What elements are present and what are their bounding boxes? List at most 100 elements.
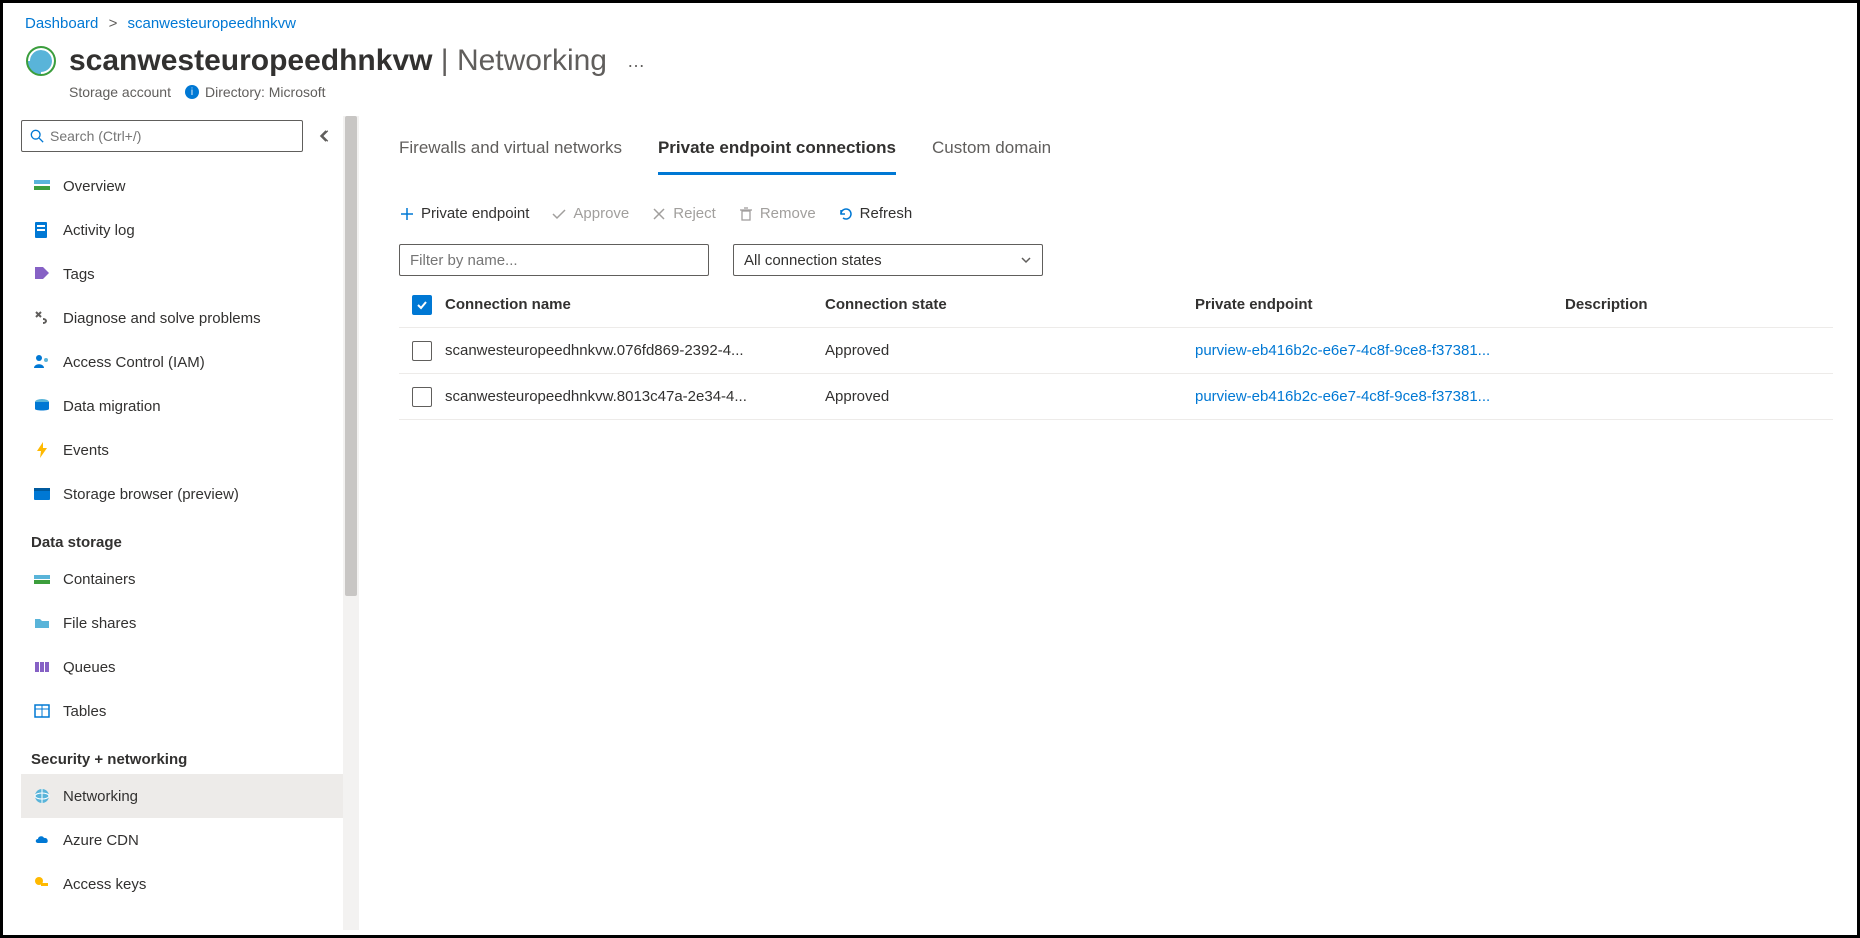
sidebar-item-diagnose[interactable]: Diagnose and solve problems [21,296,343,340]
check-icon [551,206,567,222]
sidebar-item-label: Activity log [63,222,135,239]
cell-connection-state: Approved [825,342,1195,359]
refresh-icon [838,206,854,222]
col-header-desc[interactable]: Description [1565,296,1833,313]
containers-icon [31,568,53,590]
migration-icon [31,395,53,417]
approve-button[interactable]: Approve [551,205,629,222]
breadcrumb-dashboard[interactable]: Dashboard [25,15,98,32]
overview-icon [31,175,53,197]
sidebar-search-input[interactable] [50,128,294,144]
sidebar-item-storage-browser[interactable]: Storage browser (preview) [21,472,343,516]
sidebar-item-queues[interactable]: Queues [21,645,343,689]
events-icon [31,439,53,461]
col-header-endpoint[interactable]: Private endpoint [1195,296,1565,313]
remove-button[interactable]: Remove [738,205,816,222]
sidebar-item-activity-log[interactable]: Activity log [21,208,343,252]
sidebar-item-label: Tags [63,266,95,283]
row-checkbox[interactable] [412,341,432,361]
diagnose-icon [31,307,53,329]
tab-private-endpoints[interactable]: Private endpoint connections [658,126,896,175]
sidebar-item-iam[interactable]: Access Control (IAM) [21,340,343,384]
more-button[interactable]: … [627,51,647,72]
col-header-state[interactable]: Connection state [825,296,1195,313]
row-checkbox[interactable] [412,387,432,407]
iam-icon [31,351,53,373]
sidebar-item-label: Azure CDN [63,832,139,849]
sidebar-item-label: Overview [63,178,126,195]
sidebar-item-label: Diagnose and solve problems [63,310,261,327]
sidebar-search[interactable] [21,120,303,152]
table-row[interactable]: scanwesteuropeedhnkvw.076fd869-2392-4...… [399,328,1833,374]
col-header-name[interactable]: Connection name [445,296,825,313]
chevron-down-icon [1020,254,1032,266]
sidebar-item-label: Storage browser (preview) [63,486,239,503]
info-icon[interactable]: i [185,85,199,99]
cell-connection-state: Approved [825,388,1195,405]
sidebar-item-tags[interactable]: Tags [21,252,343,296]
filter-name-input[interactable] [399,244,709,276]
sidebar-item-label: Tables [63,703,106,720]
breadcrumb-sep: > [103,15,124,32]
sidebar-item-azure-cdn[interactable]: Azure CDN [21,818,343,862]
tab-firewalls[interactable]: Firewalls and virtual networks [399,126,622,175]
private-endpoint-link[interactable]: purview-eb416b2c-e6e7-4c8f-9ce8-f37381..… [1195,388,1490,405]
queues-icon [31,656,53,678]
plus-icon [399,206,415,222]
sidebar-item-label: Events [63,442,109,459]
trash-icon [738,206,754,222]
breadcrumb: Dashboard > scanwesteuropeedhnkvw [3,3,1857,38]
search-icon [30,129,44,143]
cdn-icon [31,829,53,851]
keys-icon [31,873,53,895]
storage-account-icon [25,45,57,77]
main-content: Firewalls and virtual networks Private e… [359,116,1857,930]
networking-icon [31,785,53,807]
filter-state-select[interactable]: All connection states [733,244,1043,276]
sidebar-item-label: Queues [63,659,116,676]
tables-icon [31,700,53,722]
sidebar-item-overview[interactable]: Overview [21,164,343,208]
page-header: scanwesteuropeedhnkvw | Networking … [3,38,1857,84]
sidebar-item-networking[interactable]: Networking [21,774,343,818]
sidebar-item-events[interactable]: Events [21,428,343,472]
file-shares-icon [31,612,53,634]
tab-custom-domain[interactable]: Custom domain [932,126,1051,175]
reject-button[interactable]: Reject [651,205,716,222]
sidebar: Overview Activity log Tags Diagnose and … [3,116,343,930]
sidebar-item-label: File shares [63,615,136,632]
cell-connection-name: scanwesteuropeedhnkvw.8013c47a-2e34-4... [445,388,825,405]
directory-label: Directory: Microsoft [205,84,326,100]
sidebar-section-storage: Data storage [21,516,343,557]
tabs: Firewalls and virtual networks Private e… [399,126,1833,175]
browser-icon [31,483,53,505]
sidebar-item-file-shares[interactable]: File shares [21,601,343,645]
add-private-endpoint-button[interactable]: Private endpoint [399,205,529,222]
sidebar-item-containers[interactable]: Containers [21,557,343,601]
sidebar-item-tables[interactable]: Tables [21,689,343,733]
select-all-checkbox[interactable] [412,295,432,315]
sidebar-item-label: Access keys [63,876,146,893]
table-row[interactable]: scanwesteuropeedhnkvw.8013c47a-2e34-4...… [399,374,1833,420]
toolbar: Private endpoint Approve Reject Remove R… [399,179,1833,244]
page-title: scanwesteuropeedhnkvw | Networking [69,44,607,78]
sidebar-item-label: Networking [63,788,138,805]
x-icon [651,206,667,222]
filter-state-label: All connection states [744,252,882,269]
sidebar-item-label: Data migration [63,398,161,415]
sidebar-item-label: Access Control (IAM) [63,354,205,371]
breadcrumb-current[interactable]: scanwesteuropeedhnkvw [128,15,296,32]
sidebar-scrollbar[interactable] [343,116,359,930]
sidebar-section-security: Security + networking [21,733,343,774]
page-subheader: Storage account i Directory: Microsoft [3,84,1857,116]
refresh-button[interactable]: Refresh [838,205,913,222]
resource-type-label: Storage account [69,84,171,100]
connections-table: Connection name Connection state Private… [399,282,1833,420]
sidebar-item-label: Containers [63,571,136,588]
cell-connection-name: scanwesteuropeedhnkvw.076fd869-2392-4... [445,342,825,359]
collapse-sidebar-button[interactable] [315,125,337,147]
activity-log-icon [31,219,53,241]
sidebar-item-data-migration[interactable]: Data migration [21,384,343,428]
sidebar-item-access-keys[interactable]: Access keys [21,862,343,906]
private-endpoint-link[interactable]: purview-eb416b2c-e6e7-4c8f-9ce8-f37381..… [1195,342,1490,359]
